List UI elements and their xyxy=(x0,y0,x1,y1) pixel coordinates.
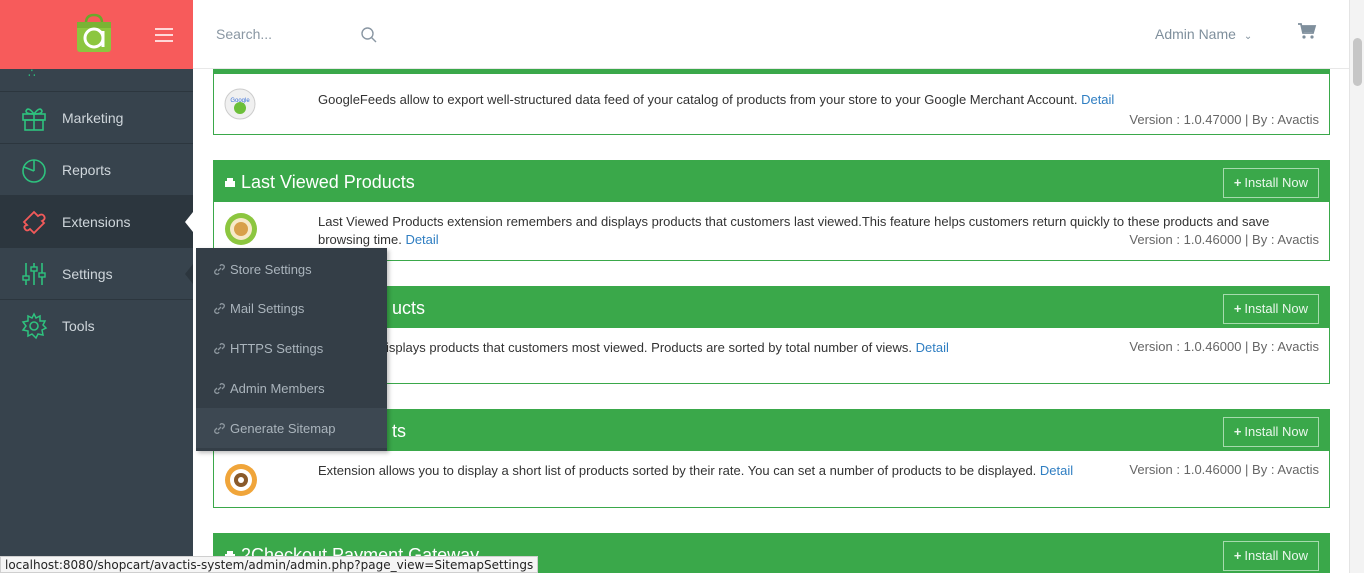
hamburger-icon[interactable] xyxy=(155,28,173,42)
sidebar-item-label: Tools xyxy=(62,317,95,334)
extension-description: isplays products that customers most vie… xyxy=(386,340,949,355)
submenu-item-admin-members[interactable]: Admin Members xyxy=(196,368,387,408)
top-header: Search... Admin Name ⌄ xyxy=(193,0,1349,69)
scrollbar-thumb[interactable] xyxy=(1353,38,1362,86)
googlefeeds-logo-icon: Google xyxy=(224,88,256,120)
shop-logo-icon[interactable] xyxy=(76,13,112,53)
partial-menu-icon: ∴ xyxy=(28,66,36,80)
extension-description: Extension allows you to display a short … xyxy=(318,463,1074,478)
link-icon xyxy=(214,343,225,354)
extension-title: ts xyxy=(392,421,407,441)
extension-description: GoogleFeeds allow to export well-structu… xyxy=(318,92,1115,107)
search-icon[interactable] xyxy=(360,26,378,44)
brand-bar xyxy=(0,0,193,69)
extension-logo-icon xyxy=(225,213,257,245)
chevron-down-icon: ⌄ xyxy=(1243,31,1253,42)
cart-icon[interactable] xyxy=(1297,22,1317,40)
browser-status-url: localhost:8080/shopcart/avactis-system/a… xyxy=(0,556,539,573)
puzzle-icon xyxy=(22,210,46,235)
sidebar-item-reports[interactable]: Reports xyxy=(0,143,193,195)
extension-version: Version : 1.0.46000 | By : Avactis xyxy=(1129,232,1319,247)
install-now-button[interactable]: + Install Now xyxy=(1222,168,1319,198)
install-now-button[interactable]: + Install Now xyxy=(1222,417,1319,447)
extension-version: Version : 1.0.46000 | By : Avactis xyxy=(1129,462,1319,477)
sidebar: ∴ Marketing Reports Extensions Settings … xyxy=(0,0,193,573)
sidebar-item-tools[interactable]: Tools xyxy=(0,299,193,351)
extension-version: Version : 1.0.47000 | By : Avactis xyxy=(1129,112,1319,127)
sidebar-item-marketing[interactable]: Marketing xyxy=(0,91,193,143)
extension-title: ucts xyxy=(392,298,426,318)
sidebar-item-label: Extensions xyxy=(62,213,131,230)
extension-card-googlefeeds: Google GoogleFeeds allow to export well-… xyxy=(213,69,1330,135)
detail-link[interactable]: Detail xyxy=(1081,92,1114,107)
link-icon xyxy=(214,423,225,434)
extension-logo-icon xyxy=(225,464,257,496)
gear-icon xyxy=(21,312,48,340)
extension-title: Last Viewed Products xyxy=(241,172,415,192)
link-icon xyxy=(214,264,225,275)
detail-link[interactable]: Detail xyxy=(405,232,438,247)
detail-link[interactable]: Detail xyxy=(1040,463,1073,478)
link-icon xyxy=(214,303,225,314)
pie-chart-icon xyxy=(22,159,46,183)
install-now-button[interactable]: + Install Now xyxy=(1222,541,1319,571)
settings-submenu: Store Settings Mail Settings HTTPS Setti… xyxy=(196,248,387,451)
card-header xyxy=(214,69,1329,74)
detail-link[interactable]: Detail xyxy=(916,340,949,355)
install-now-button[interactable]: + Install Now xyxy=(1222,294,1319,324)
card-header: Last Viewed Products + Install Now xyxy=(214,161,1329,202)
gift-icon xyxy=(22,108,46,131)
sidebar-item-extensions[interactable]: Extensions xyxy=(0,195,193,247)
submenu-item-mail-settings[interactable]: Mail Settings xyxy=(196,288,387,328)
extension-version: Version : 1.0.46000 | By : Avactis xyxy=(1129,339,1319,354)
submenu-item-generate-sitemap[interactable]: Generate Sitemap xyxy=(196,408,387,448)
submenu-item-store-settings[interactable]: Store Settings xyxy=(196,249,387,289)
sidebar-item-label: Reports xyxy=(62,161,112,178)
gift-icon xyxy=(225,178,235,187)
admin-menu[interactable]: Admin Name ⌄ xyxy=(1155,26,1252,42)
link-icon xyxy=(214,383,225,394)
sidebar-item-settings[interactable]: Settings xyxy=(0,247,193,299)
page-scrollbar[interactable] xyxy=(1349,0,1364,573)
admin-name: Admin Name xyxy=(1155,26,1236,42)
search-input[interactable]: Search... xyxy=(216,26,272,42)
sliders-icon xyxy=(22,263,46,285)
sidebar-item-label: Settings xyxy=(62,265,113,282)
submenu-item-https-settings[interactable]: HTTPS Settings xyxy=(196,328,387,368)
extension-card-last-viewed: Last Viewed Products + Install Now Last V… xyxy=(213,160,1330,261)
sidebar-item-label: Marketing xyxy=(62,109,124,126)
